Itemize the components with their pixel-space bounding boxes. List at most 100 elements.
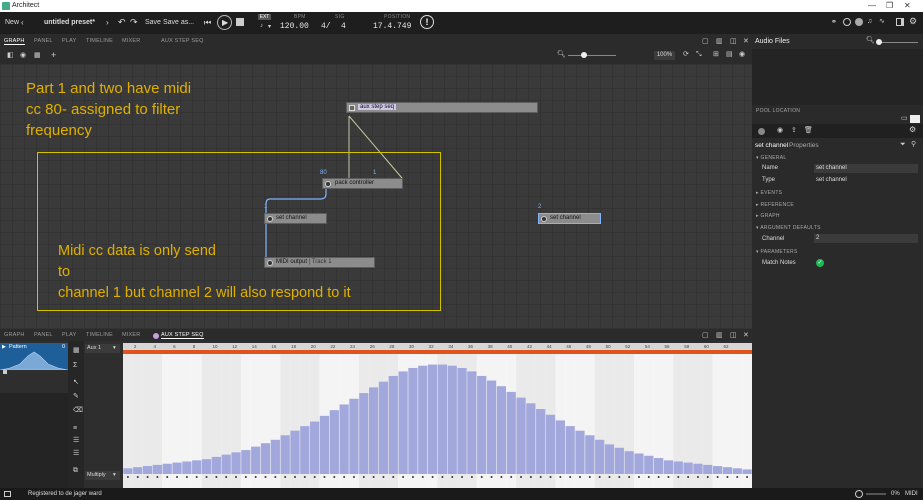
waveform-icon[interactable]: ∿	[879, 18, 885, 25]
step-bar[interactable]	[457, 367, 467, 474]
node-midi-output[interactable]: MIDI output | Track 1	[264, 257, 375, 268]
step-gate-dot[interactable]	[549, 476, 552, 478]
search-icon[interactable]: 🔍︎	[866, 37, 875, 44]
step-gate-dot[interactable]	[421, 476, 424, 478]
step-bar[interactable]	[545, 414, 556, 474]
node-set-channel-1[interactable]: set channel	[264, 213, 327, 224]
step-gate-dot[interactable]	[461, 476, 464, 478]
step-bar[interactable]	[565, 426, 575, 474]
split-icon[interactable]: ▥	[716, 332, 723, 339]
step-bar[interactable]	[310, 421, 320, 474]
step-gate-dot[interactable]	[382, 476, 385, 478]
step-ruler[interactable]: 2 4 6 8 10 12 14 16 18 20 22 24 26 28 30 32 34 36 38 40 42 44…	[123, 343, 752, 350]
step-gate-dot[interactable]	[195, 476, 198, 478]
pattern-slot-active[interactable]: ▶ Pattern 0	[0, 343, 68, 370]
step-bar[interactable]	[693, 463, 703, 474]
step-gate-dot[interactable]	[677, 476, 680, 478]
step-bar[interactable]	[447, 365, 457, 474]
snap-icon[interactable]: ◉	[20, 52, 26, 59]
tab-mixer[interactable]: MIXER	[122, 332, 140, 338]
step-bar[interactable]	[634, 453, 644, 474]
step-bar[interactable]	[496, 386, 506, 474]
step-gate-dot[interactable]	[235, 476, 238, 478]
step-gate-dot[interactable]	[529, 476, 532, 478]
close-icon[interactable]: ✕	[743, 332, 749, 339]
step-bar[interactable]	[732, 468, 742, 474]
step-gate-dot[interactable]	[637, 476, 640, 478]
step-bar[interactable]	[437, 364, 448, 474]
step-gate-dot[interactable]	[185, 476, 188, 478]
step-bar[interactable]	[604, 444, 615, 474]
step-bar[interactable]	[339, 404, 349, 474]
refresh-icon[interactable]: ⟳	[683, 51, 689, 58]
chevron-right-icon[interactable]: ›	[106, 18, 109, 27]
tab-timeline[interactable]: TIMELINE	[86, 38, 113, 44]
step-gate-dot[interactable]	[588, 476, 591, 478]
step-gate-dot[interactable]	[225, 476, 228, 478]
eraser-icon[interactable]: ⌫	[73, 407, 83, 414]
skip-start-icon[interactable]: ⏮	[204, 18, 211, 28]
minimize-button[interactable]: —	[868, 1, 876, 10]
step-gate-dot[interactable]	[176, 476, 179, 478]
step-bar[interactable]	[555, 420, 565, 474]
step-gate-dot[interactable]	[303, 476, 306, 478]
step-gate-dot[interactable]	[500, 476, 503, 478]
tab-mixer[interactable]: MIXER	[122, 38, 140, 44]
step-bar[interactable]	[654, 458, 664, 474]
chevron-down-icon[interactable]: ▾	[268, 23, 271, 30]
step-bar[interactable]	[152, 464, 163, 474]
step-gate-dot[interactable]	[598, 476, 601, 478]
step-bar[interactable]	[467, 371, 477, 474]
window-icon[interactable]: ▢	[702, 332, 709, 339]
new-button[interactable]: New	[5, 19, 19, 26]
step-bar[interactable]	[624, 451, 634, 474]
channel-field[interactable]: 2	[814, 234, 918, 243]
node-toggle-icon[interactable]	[267, 216, 273, 222]
step-bar[interactable]	[369, 387, 379, 474]
bpm-value[interactable]: 120.00	[280, 22, 309, 31]
step-gate-dot[interactable]	[205, 476, 208, 478]
step-gate-dot[interactable]	[520, 476, 523, 478]
step-gate-dot[interactable]	[362, 476, 365, 478]
fit-icon[interactable]: ⤡	[696, 51, 702, 58]
step-gate-dot[interactable]	[215, 476, 218, 478]
position-value[interactable]: 17.4.749	[373, 22, 411, 31]
step-gate-dot[interactable]	[352, 476, 355, 478]
step-gate-dot[interactable]	[667, 476, 670, 478]
section-reference[interactable]: ▸ REFERENCE	[756, 202, 794, 208]
step-bar[interactable]	[231, 452, 241, 474]
step-gate-dot[interactable]	[136, 476, 139, 478]
step-bar[interactable]	[270, 439, 280, 474]
grid-icon[interactable]: ▦	[73, 347, 80, 354]
step-bar[interactable]	[162, 463, 172, 474]
section-graph[interactable]: ▸ GRAPH	[756, 213, 780, 219]
section-events[interactable]: ▸ EVENTS	[756, 190, 782, 196]
step-gate-dot[interactable]	[264, 476, 267, 478]
step-gate-dot[interactable]	[716, 476, 719, 478]
sigma-icon[interactable]: Σ	[73, 362, 77, 369]
redo-icon[interactable]: ↷	[130, 17, 138, 28]
stack-icon[interactable]: ☰	[73, 450, 79, 457]
step-bar[interactable]	[427, 364, 438, 474]
settings-dial-icon[interactable]	[855, 18, 863, 26]
document-icon[interactable]: ▭	[901, 115, 908, 122]
step-bar[interactable]	[280, 435, 290, 474]
node-set-channel-2[interactable]: set channel	[538, 213, 601, 224]
step-gate-dot[interactable]	[608, 476, 611, 478]
step-bar[interactable]	[142, 466, 153, 474]
step-gate-dot[interactable]	[431, 476, 434, 478]
step-bar[interactable]	[241, 450, 251, 474]
step-bar[interactable]	[319, 415, 330, 474]
split-icon[interactable]: ▥	[716, 38, 723, 45]
tab-panel[interactable]: PANEL	[34, 332, 53, 338]
aux-select[interactable]: Aux 1 ▾	[85, 344, 120, 353]
step-gate-dot[interactable]	[274, 476, 277, 478]
play-button[interactable]: ▶	[217, 15, 232, 30]
step-gate-dot[interactable]	[657, 476, 660, 478]
step-bar[interactable]	[742, 469, 752, 474]
step-gate-dot[interactable]	[146, 476, 149, 478]
step-gate-dot[interactable]	[539, 476, 542, 478]
step-bar[interactable]	[388, 375, 398, 474]
step-gate-dot[interactable]	[411, 476, 414, 478]
gear-icon[interactable]: ⚙	[909, 126, 916, 134]
